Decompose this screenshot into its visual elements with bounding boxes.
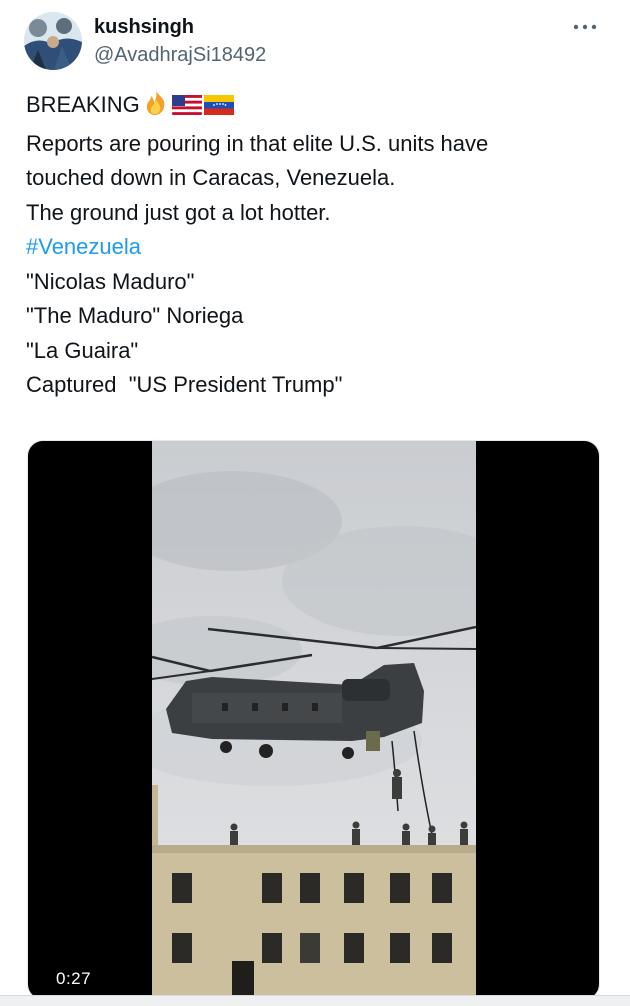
hashtag-link[interactable]: #Venezuela	[26, 230, 601, 265]
more-options-icon[interactable]	[570, 16, 600, 38]
video-duration: 0:27	[56, 969, 92, 988]
fire-emoji	[142, 90, 170, 127]
tweet-line-7: "The Maduro" Noriega	[26, 303, 244, 328]
breaking-label: BREAKING	[26, 92, 140, 117]
tweet-line-4: The ground just got a lot hotter.	[26, 199, 331, 225]
tweet-line-9: Captured "US President Trump"	[26, 372, 343, 397]
video-player[interactable]: 0:27	[27, 440, 600, 1000]
tweet-line-3: touched down in Caracas, Venezuela.	[26, 165, 396, 190]
bottom-divider	[0, 995, 630, 1006]
tweet-line-8: "La Guaira"	[26, 337, 139, 363]
tweet-line-6: "Nicolas Maduro"	[26, 268, 195, 294]
video-frame[interactable]	[152, 441, 476, 999]
us-flag-emoji	[171, 92, 202, 127]
display-name[interactable]: kushsingh	[94, 15, 194, 39]
tweet-line-2: Reports are pouring in that elite U.S. u…	[26, 130, 489, 156]
tweet-post: kushsingh @AvadhrajSi18492 BREAKING Repo…	[0, 0, 630, 1006]
avatar[interactable]	[24, 12, 82, 70]
tweet-header: kushsingh @AvadhrajSi18492	[24, 12, 606, 72]
tweet-line-1: BREAKING	[26, 88, 601, 127]
user-handle[interactable]: @AvadhrajSi18492	[94, 43, 266, 67]
tweet-text: BREAKING Reports are pouring in that eli…	[26, 88, 601, 403]
venezuela-flag-emoji	[203, 92, 234, 127]
